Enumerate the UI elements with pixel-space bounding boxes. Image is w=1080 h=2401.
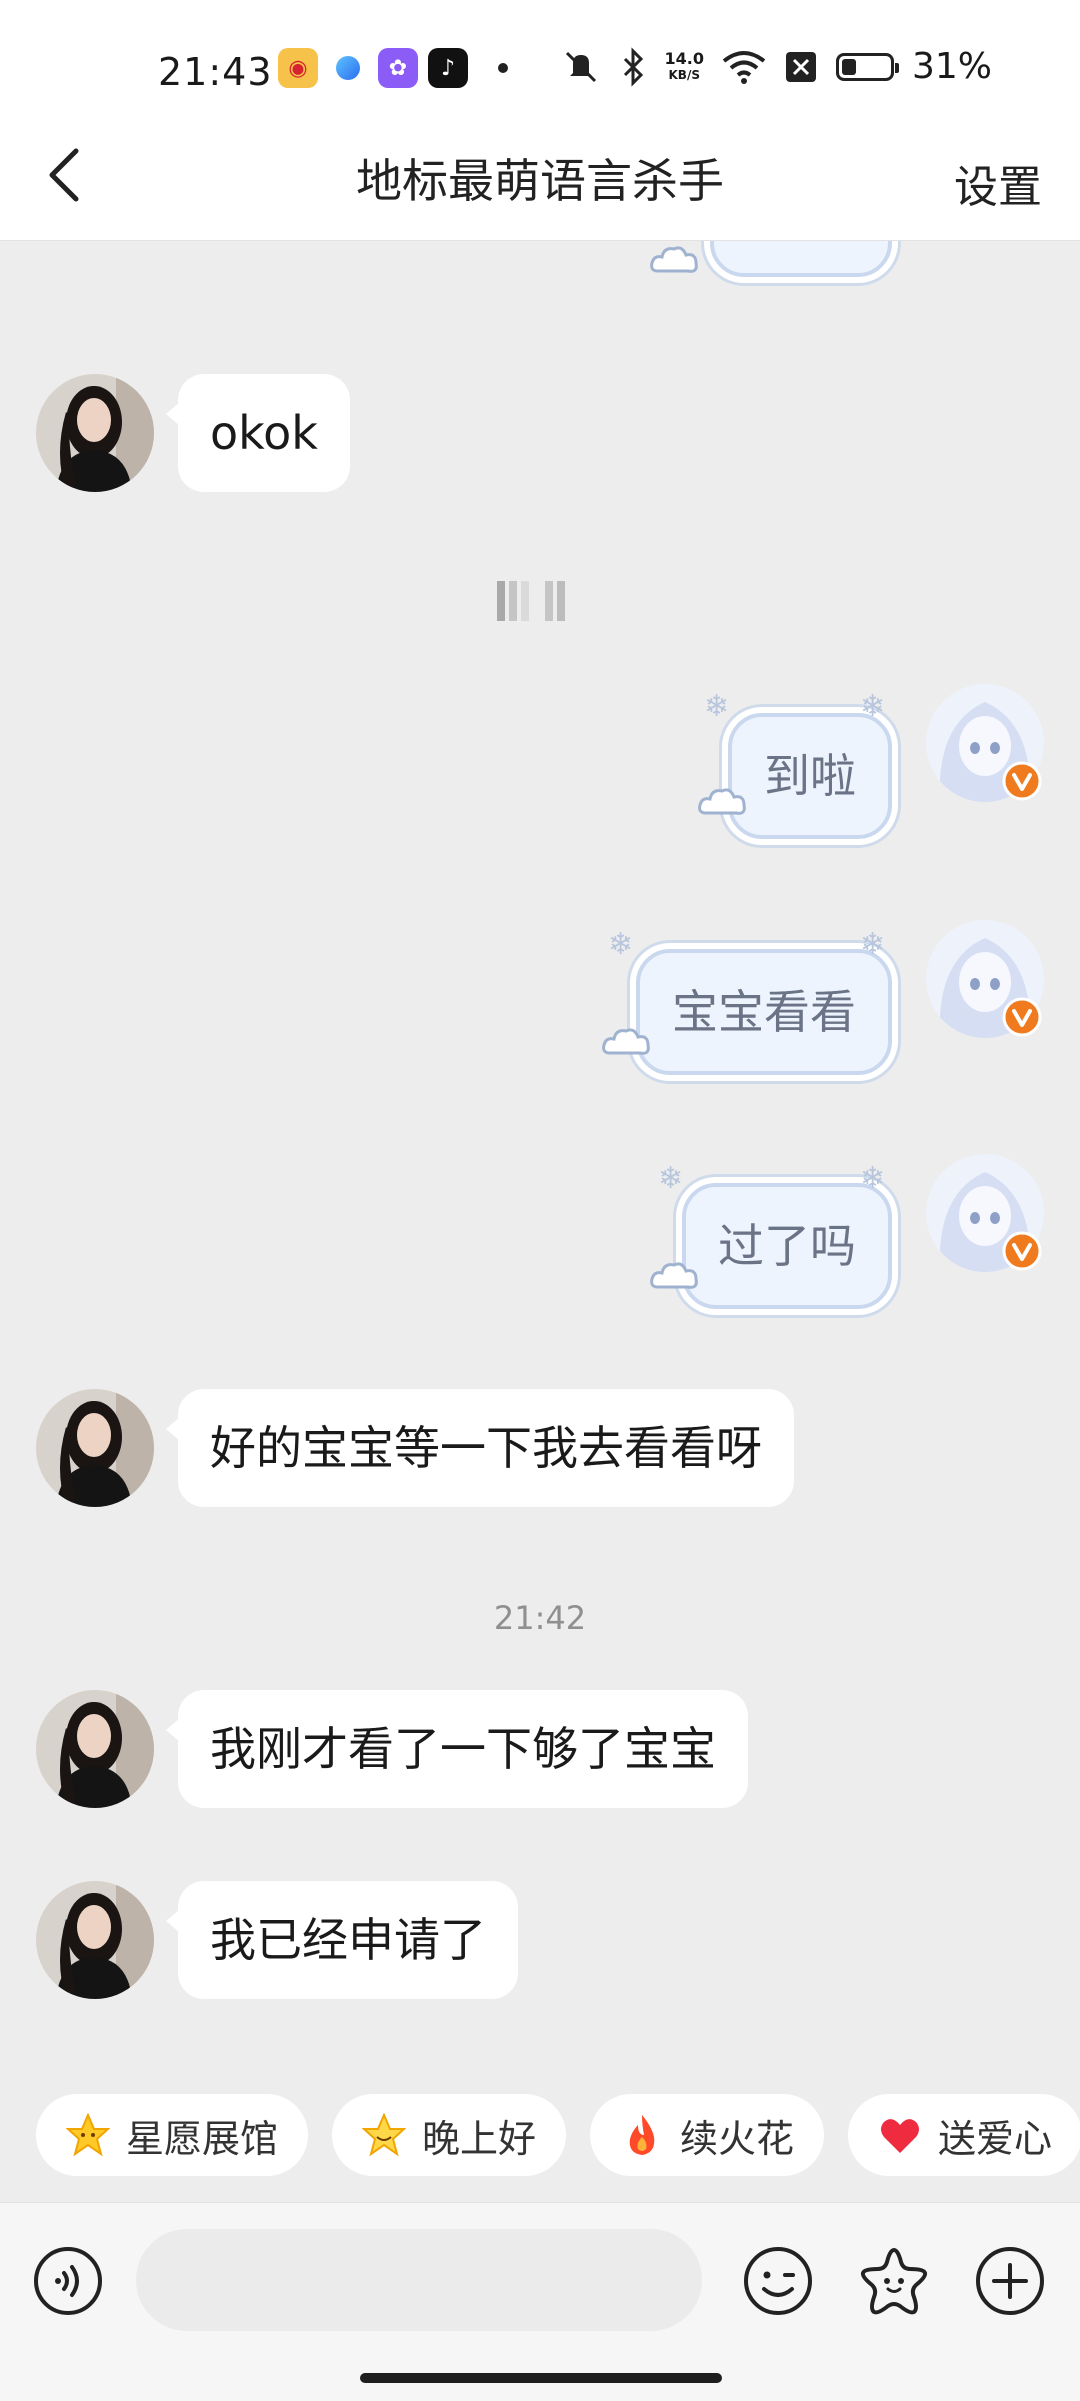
snowflake-decoration-icon: ❄ <box>658 1161 684 1196</box>
cloud-decoration-icon <box>698 788 746 815</box>
browser-icon <box>328 48 368 88</box>
contact-avatar[interactable] <box>36 374 154 492</box>
message-input[interactable] <box>136 2229 702 2331</box>
chat-title: 地标最萌语言杀手 <box>356 154 724 208</box>
tiktok-icon: ♪ <box>428 48 468 88</box>
message-item <box>0 241 1080 277</box>
snowflake-decoration-icon: ❄ <box>860 689 886 724</box>
cat-app-icon: ✿ <box>378 48 418 88</box>
message-timestamp: 21:42 <box>493 1599 587 1637</box>
settings-button[interactable]: 设置 <box>954 151 1042 215</box>
message-list[interactable]: okok 到啦 ❄ ❄ 宝宝看看 ❄ ❄ 过了吗 ❄ ❄ 好的宝宝等一下我去看看… <box>0 241 1080 2086</box>
star-face-icon <box>66 2113 110 2157</box>
cloud-decoration-icon <box>602 1028 650 1055</box>
heart-icon <box>878 2113 922 2157</box>
battery-percent: 31% <box>911 46 992 87</box>
more-notifications-icon <box>498 63 508 73</box>
loading-indicator <box>497 581 565 621</box>
add-icon[interactable] <box>974 2245 1046 2317</box>
star-smile-icon <box>362 2113 407 2157</box>
snowflake-decoration-icon: ❄ <box>860 1161 886 1196</box>
no-sim-icon <box>785 51 816 82</box>
voice-icon[interactable] <box>32 2245 104 2317</box>
verified-badge-icon <box>1002 997 1042 1037</box>
message-bubble-self[interactable]: 宝宝看看 <box>636 949 892 1075</box>
snowflake-decoration-icon: ❄ <box>608 927 634 962</box>
message-bubble-self[interactable]: 到啦 <box>728 713 892 839</box>
message-bubble-contact[interactable]: 好的宝宝等一下我去看看呀 <box>166 1389 794 1507</box>
net-speed: 14.0 KB/S <box>664 48 704 82</box>
cloud-decoration-icon <box>650 1262 698 1289</box>
mute-icon <box>565 51 596 82</box>
quick-reply-chip[interactable]: 星愿展馆 <box>36 2094 309 2176</box>
verified-badge-icon <box>1002 1231 1042 1271</box>
message-bubble-contact[interactable]: okok <box>166 374 350 492</box>
quick-reply-chip[interactable]: 晚上好 <box>332 2094 567 2176</box>
status-indicators: 14.0 KB/S 31% <box>561 46 992 87</box>
contact-avatar[interactable] <box>36 1690 154 1808</box>
home-indicator[interactable] <box>360 2373 722 2383</box>
status-time: 21:43 <box>158 50 273 94</box>
snowflake-decoration-icon: ❄ <box>860 927 886 962</box>
chat-header: 地标最萌语言杀手 设置 <box>0 115 1080 241</box>
contact-avatar[interactable] <box>36 1881 154 1999</box>
fire-icon <box>620 2113 664 2157</box>
message-bubble-contact[interactable]: 我刚才看了一下够了宝宝 <box>166 1690 748 1808</box>
quick-reply-chip[interactable]: 送爱心 <box>848 2094 1080 2176</box>
weibo-icon: ◉ <box>278 48 318 88</box>
notification-icons: ◉ ✿ ♪ <box>278 48 508 88</box>
message-bubble-self[interactable]: 过了吗 <box>682 1183 892 1309</box>
quick-reply-bar: 星愿展馆 晚上好 续火花 送爱心 <box>36 2094 1080 2176</box>
cloud-decoration-icon <box>650 246 698 273</box>
battery-level <box>841 58 856 75</box>
message-bubble-contact[interactable]: 我已经申请了 <box>166 1881 518 1999</box>
contact-avatar[interactable] <box>36 1389 154 1507</box>
emoji-icon[interactable] <box>742 2245 814 2317</box>
verified-badge-icon <box>1002 761 1042 801</box>
bluetooth-icon <box>623 46 643 87</box>
input-bar <box>0 2202 1080 2401</box>
sticker-star-icon[interactable] <box>858 2245 930 2317</box>
wifi-icon <box>722 50 766 84</box>
quick-reply-chip[interactable]: 续火花 <box>590 2094 825 2176</box>
snowflake-decoration-icon: ❄ <box>704 689 730 724</box>
message-bubble-self[interactable] <box>710 241 892 277</box>
battery-icon <box>835 52 899 81</box>
